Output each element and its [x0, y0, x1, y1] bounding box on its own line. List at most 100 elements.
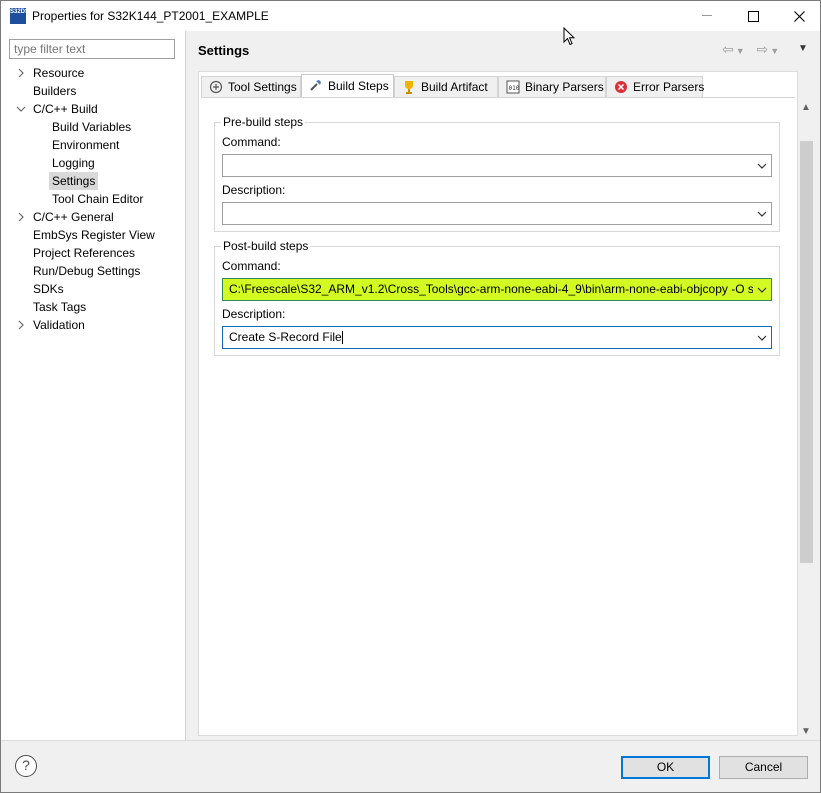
page-title: Settings	[198, 43, 250, 58]
tab-binary-parsers[interactable]: 010 Binary Parsers	[498, 76, 606, 98]
mouse-pointer-icon	[563, 27, 575, 46]
view-menu-icon[interactable]: ▼	[798, 43, 808, 54]
prebuild-description-label: Description:	[222, 183, 286, 197]
tree-item-label: Tool Chain Editor	[52, 192, 144, 206]
prebuild-group-title: Pre-build steps	[221, 115, 306, 129]
tree-item-task-tags[interactable]: Task Tags	[1, 298, 185, 316]
forward-arrow-icon[interactable]: ⇨	[757, 41, 769, 58]
dialog-button-bar: ? OK Cancel	[1, 740, 820, 792]
tab-label: Binary Parsers	[525, 80, 604, 94]
tree-item-build-variables[interactable]: Build Variables	[1, 118, 185, 136]
tree-item-label: SDKs	[33, 282, 64, 296]
chevron-right-icon[interactable]	[15, 316, 27, 334]
window-title: Properties for S32K144_PT2001_EXAMPLE	[32, 9, 269, 23]
postbuild-command-value: C:\Freescale\S32_ARM_v1.2\Cross_Tools\gc…	[229, 282, 754, 296]
tree-item-label: EmbSys Register View	[33, 228, 155, 242]
tree-item-label: Run/Debug Settings	[33, 264, 141, 278]
history-nav: ⇦ ▼ ⇨ ▼	[722, 41, 781, 58]
postbuild-description-label: Description:	[222, 307, 286, 321]
binary-icon: 010	[506, 80, 520, 94]
minimize-button[interactable]	[684, 1, 730, 31]
tree-item-validation[interactable]: Validation	[1, 316, 185, 334]
close-icon	[793, 10, 805, 22]
prebuild-command-combo[interactable]	[222, 154, 772, 177]
tree-item-label: Validation	[33, 318, 85, 332]
back-arrow-icon[interactable]: ⇦	[722, 41, 734, 58]
postbuild-group-title: Post-build steps	[221, 239, 311, 253]
postbuild-command-combo[interactable]: C:\Freescale\S32_ARM_v1.2\Cross_Tools\gc…	[222, 278, 772, 301]
tree-item-project-references[interactable]: Project References	[1, 244, 185, 262]
maximize-icon	[747, 10, 759, 22]
tree-item-label: Builders	[33, 84, 77, 98]
forward-dropdown-icon[interactable]: ▼	[770, 46, 779, 56]
s32ds-app-icon: S32DS	[10, 8, 29, 24]
postbuild-group: Post-build steps Command: C:\Freescale\S…	[214, 239, 780, 356]
tab-tool-settings[interactable]: Tool Settings	[201, 76, 301, 98]
tree-item-label: Logging	[52, 156, 95, 170]
tree-item-settings[interactable]: Settings	[1, 172, 185, 190]
prebuild-command-label: Command:	[222, 135, 281, 149]
tab-label: Tool Settings	[228, 80, 297, 94]
chevron-right-icon[interactable]	[15, 64, 27, 82]
tab-label: Build Artifact	[421, 80, 488, 94]
maximize-button[interactable]	[730, 1, 776, 31]
tree-item-label: Resource	[33, 66, 85, 80]
postbuild-description-wrap: Create S-Record File	[229, 327, 754, 348]
chevron-down-icon[interactable]	[15, 100, 27, 118]
chevron-down-icon[interactable]	[753, 155, 771, 176]
tab-label: Build Steps	[328, 79, 389, 93]
prebuild-description-combo[interactable]	[222, 202, 772, 225]
tree-item-resource[interactable]: Resource	[1, 64, 185, 82]
tree-item-environment[interactable]: Environment	[1, 136, 185, 154]
property-tree: Resource Builders C/C++ Build Build Variabl…	[1, 64, 185, 334]
tree-item-c-c-build[interactable]: C/C++ Build	[1, 100, 185, 118]
tree-item-label: Task Tags	[33, 300, 87, 314]
postbuild-description-value: Create S-Record File	[229, 330, 342, 344]
settings-pane: Settings ⇦ ▼ ⇨ ▼ ▼ Tool Settings Build Ste…	[186, 31, 820, 740]
tree-item-tool-chain-editor[interactable]: Tool Chain Editor	[1, 190, 185, 208]
minimize-icon	[701, 15, 712, 16]
cancel-button[interactable]: Cancel	[719, 756, 808, 779]
navigation-pane: Resource Builders C/C++ Build Build Variabl…	[1, 31, 186, 740]
chevron-down-icon[interactable]	[753, 327, 771, 348]
tree-item-label: Settings	[49, 172, 99, 190]
back-dropdown-icon[interactable]: ▼	[736, 46, 745, 56]
svg-text:010: 010	[509, 85, 520, 92]
tree-item-c-c-general[interactable]: C/C++ General	[1, 208, 185, 226]
tab-build-steps[interactable]: Build Steps	[301, 74, 394, 98]
vertical-scrollbar[interactable]: ▲ ▼	[798, 101, 815, 739]
build-steps-panel: Pre-build steps Command: Description: Po…	[201, 97, 795, 734]
chevron-right-icon[interactable]	[15, 208, 27, 226]
prebuild-group: Pre-build steps Command: Description:	[214, 115, 780, 232]
tree-item-label: Environment	[52, 138, 120, 152]
scrollbar-thumb[interactable]	[800, 141, 813, 563]
text-cursor	[341, 331, 343, 345]
filter-input[interactable]	[9, 39, 175, 59]
trophy-icon	[405, 81, 413, 94]
tree-item-label: C/C++ General	[33, 210, 114, 224]
tree-item-embsys-register-view[interactable]: EmbSys Register View	[1, 226, 185, 244]
tree-item-sdks[interactable]: SDKs	[1, 280, 185, 298]
tab-build-artifact[interactable]: Build Artifact	[394, 76, 498, 98]
settings-content: Tool Settings Build Steps Build Artifact…	[198, 71, 798, 736]
chevron-down-icon[interactable]	[753, 279, 771, 300]
help-icon[interactable]: ?	[15, 755, 37, 777]
tree-item-logging[interactable]: Logging	[1, 154, 185, 172]
build-steps-icon	[310, 80, 321, 91]
title-bar: S32DS Properties for S32K144_PT2001_EXAM…	[1, 1, 820, 31]
ok-button[interactable]: OK	[621, 756, 710, 779]
tree-item-builders[interactable]: Builders	[1, 82, 185, 100]
chevron-down-icon[interactable]	[753, 203, 771, 224]
tab-error-parsers[interactable]: Error Parsers	[606, 76, 705, 98]
settings-header: Settings ⇦ ▼ ⇨ ▼ ▼	[186, 31, 820, 71]
tool-settings-icon	[209, 80, 223, 94]
scroll-up-icon[interactable]: ▲	[801, 102, 811, 113]
tree-item-run-debug-settings[interactable]: Run/Debug Settings	[1, 262, 185, 280]
error-icon	[615, 81, 627, 93]
tab-label: Error Parsers	[633, 80, 705, 94]
postbuild-description-combo[interactable]: Create S-Record File	[222, 326, 772, 349]
tree-item-label: Build Variables	[52, 120, 132, 134]
scroll-down-icon[interactable]: ▼	[801, 726, 811, 737]
properties-dialog: S32DS Properties for S32K144_PT2001_EXAM…	[0, 0, 821, 793]
close-button[interactable]	[776, 1, 821, 31]
